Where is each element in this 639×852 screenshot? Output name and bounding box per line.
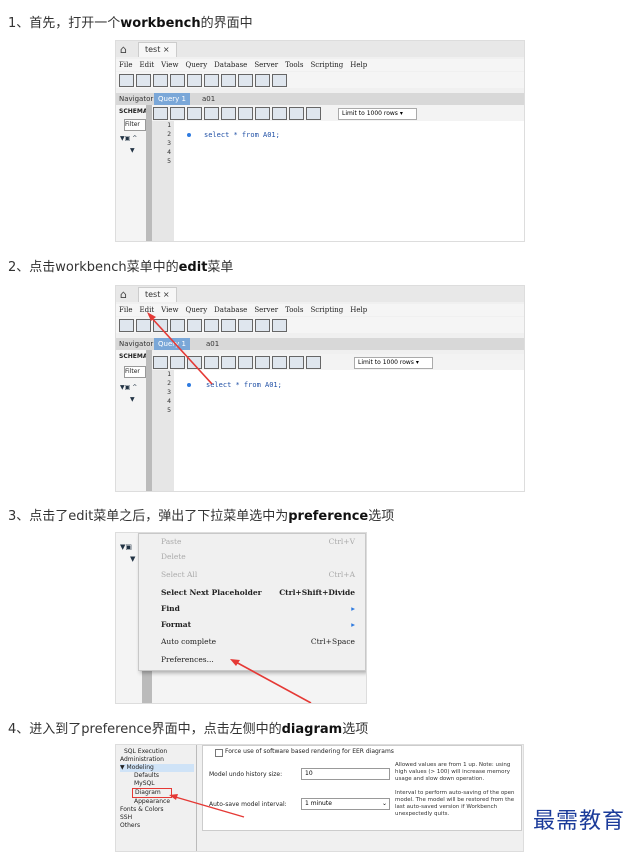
- pointer-arrow: [169, 794, 245, 818]
- step-4-heading: 4、进入到了preference界面中，点击左侧中的diagram选项: [8, 718, 368, 737]
- step-3-bold: preference: [288, 509, 369, 524]
- step-2-heading: 2、点击workbench菜单中的edit菜单: [8, 256, 233, 275]
- new-sql-tab-icon[interactable]: [119, 74, 134, 87]
- create-table-icon[interactable]: [187, 74, 202, 87]
- stop-icon[interactable]: [238, 107, 253, 120]
- step-3-suffix: 选项: [368, 509, 395, 524]
- inspector-icon[interactable]: [153, 74, 168, 87]
- line-number: 1: [167, 121, 171, 129]
- pointer-arrow: [147, 312, 213, 385]
- sql-code-line: select * from A01;: [204, 131, 280, 139]
- workbench-screenshot-1: ⌂ test × File Edit View Query Database Server…: [115, 40, 525, 242]
- open-file-icon[interactable]: [153, 107, 168, 120]
- step-1-bold: workbench: [120, 16, 201, 31]
- step-4-bold: diagram: [281, 722, 343, 737]
- line-number: 2: [167, 130, 171, 138]
- open-sql-script-icon[interactable]: [136, 74, 151, 87]
- rollback-icon[interactable]: [289, 107, 304, 120]
- main-toolbar: [116, 72, 524, 88]
- line-number: 3: [167, 139, 171, 147]
- execute-icon[interactable]: [187, 107, 202, 120]
- navigator-panel: SCHEMAS Filter ▼▣ ^ ▼: [116, 105, 152, 241]
- preferences-screenshot: SQL Execution Administration ▼ Modeling …: [115, 744, 524, 852]
- menu-bar: File Edit View Query Database Server Tools Scri…: [116, 59, 524, 71]
- connection-tab-bar: ⌂ test ×: [116, 41, 524, 57]
- menu-query[interactable]: Query: [185, 59, 207, 71]
- limit-rows-select[interactable]: Limit to 1000 rows ▾: [338, 108, 417, 120]
- execute-current-icon[interactable]: [204, 107, 219, 120]
- step-2-prefix: 2、点击workbench菜单中的: [8, 260, 179, 275]
- connection-tab[interactable]: test ×: [138, 42, 177, 57]
- menu-edit[interactable]: Edit: [139, 59, 154, 71]
- create-procedure-icon[interactable]: [221, 74, 236, 87]
- step-1-suffix: 的界面中: [200, 16, 253, 31]
- menu-server[interactable]: Server: [254, 59, 278, 71]
- home-icon[interactable]: ⌂: [120, 43, 127, 56]
- schema-tree-expand-icon[interactable]: ▼▣ ^: [120, 135, 137, 142]
- query-tab[interactable]: Query 1: [154, 93, 190, 105]
- step-3-prefix: 3、点击了edit菜单之后，弹出了下拉菜单选中为: [8, 509, 289, 524]
- menu-tools[interactable]: Tools: [285, 59, 303, 71]
- menu-scripting[interactable]: Scripting: [310, 59, 343, 71]
- line-number: 5: [167, 157, 171, 165]
- limit-rows-label: Limit to 1000 rows: [342, 110, 398, 117]
- menu-help[interactable]: Help: [350, 59, 367, 71]
- sql-editor[interactable]: [174, 121, 524, 241]
- search-table-icon[interactable]: [255, 74, 270, 87]
- watermark-logo: 最需教育: [532, 809, 625, 834]
- toggle-error-icon[interactable]: [255, 107, 270, 120]
- step-2-bold: edit: [178, 260, 208, 275]
- schemas-label: SCHEMAS: [119, 108, 152, 115]
- commit-icon[interactable]: [272, 107, 287, 120]
- current-line-marker: [187, 133, 191, 137]
- step-1-prefix: 1、首先，打开一个: [8, 16, 121, 31]
- menu-file[interactable]: File: [119, 59, 132, 71]
- step-1-heading: 1、首先，打开一个workbench的界面中: [8, 12, 253, 31]
- create-function-icon[interactable]: [238, 74, 253, 87]
- connection-tab-label: test: [145, 45, 161, 54]
- menu-database[interactable]: Database: [214, 59, 247, 71]
- filter-input[interactable]: Filter: [124, 119, 146, 131]
- pointer-arrow: [230, 659, 312, 703]
- line-number: 4: [167, 148, 171, 156]
- line-number-gutter: 1 2 3 4 5: [152, 121, 174, 241]
- autocommit-icon[interactable]: [306, 107, 321, 120]
- edit-menu-screenshot: ▼▣ ▼ Paste Ctrl+V Delete Select All Ctrl+A…: [115, 532, 367, 704]
- step-4-suffix: 选项: [342, 722, 369, 737]
- step-3-heading: 3、点击了edit菜单之后，弹出了下拉菜单选中为preference选项: [8, 505, 394, 524]
- create-view-icon[interactable]: [204, 74, 219, 87]
- explain-icon[interactable]: [221, 107, 236, 120]
- navigator-label: Navigator: [119, 95, 154, 103]
- a01-tab[interactable]: a01: [202, 95, 215, 103]
- step-2-suffix: 菜单: [207, 260, 234, 275]
- create-schema-icon[interactable]: [170, 74, 185, 87]
- reconnect-icon[interactable]: [272, 74, 287, 87]
- step-4-prefix: 4、进入到了preference界面中，点击左侧中的: [8, 722, 282, 737]
- menu-view[interactable]: View: [161, 59, 178, 71]
- schema-tree-child-icon[interactable]: ▼: [130, 147, 135, 154]
- save-icon[interactable]: [170, 107, 185, 120]
- workbench-screenshot-2: ⌂ test × File Edit View Query Database Server…: [115, 285, 525, 492]
